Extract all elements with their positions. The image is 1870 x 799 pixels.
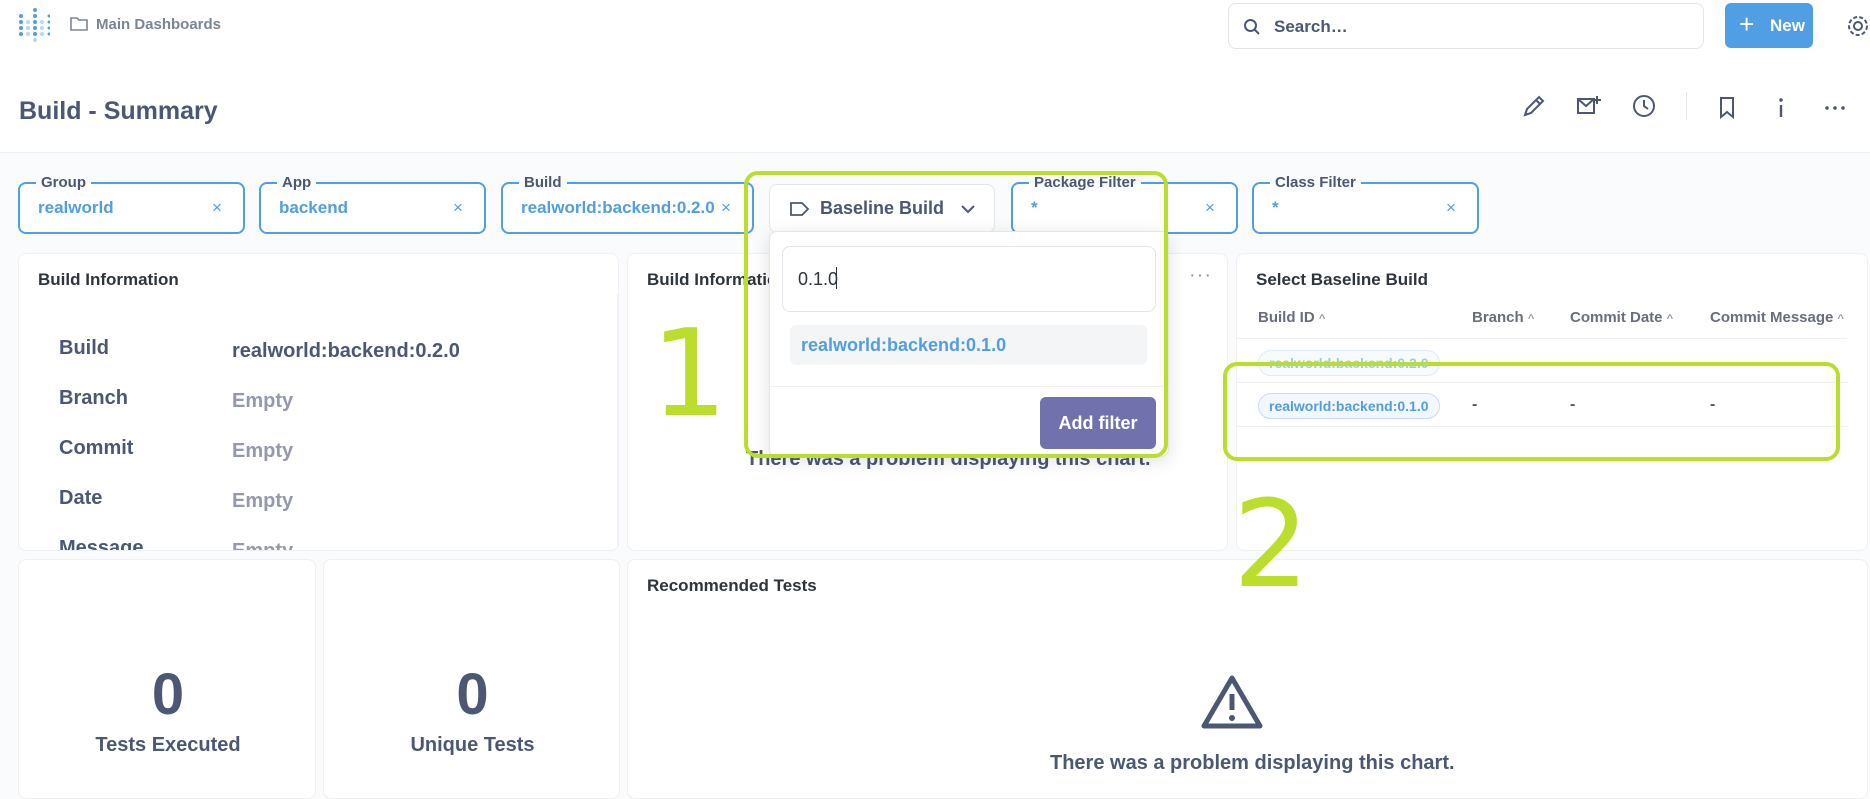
search-input[interactable]: Search… bbox=[1228, 3, 1704, 49]
clock-icon[interactable] bbox=[1631, 93, 1657, 119]
close-icon[interactable]: × bbox=[212, 198, 222, 218]
new-button-label: New bbox=[1770, 16, 1805, 35]
tests-executed-card: 0 Tests Executed bbox=[18, 559, 316, 799]
subscription-icon[interactable] bbox=[1576, 93, 1602, 119]
info-key: Commit bbox=[59, 437, 134, 459]
more-options-icon[interactable] bbox=[1822, 95, 1848, 121]
filter-app-label: App bbox=[277, 174, 317, 191]
column-header-commit-message[interactable]: Commit Message ^ bbox=[1710, 309, 1844, 326]
scrollbar[interactable]: ▲ ▼ bbox=[617, 294, 618, 550]
filter-group-value: realworld bbox=[38, 198, 114, 217]
column-header-branch[interactable]: Branch ^ bbox=[1472, 309, 1534, 326]
filter-app[interactable]: App backend × bbox=[259, 174, 486, 234]
close-icon[interactable]: × bbox=[1205, 198, 1215, 218]
filter-class[interactable]: Class Filter * × bbox=[1252, 174, 1479, 234]
tests-executed-label: Tests Executed bbox=[95, 734, 241, 756]
filter-build-value: realworld:backend:0.2.0 bbox=[521, 198, 715, 217]
info-value: Empty bbox=[232, 540, 294, 551]
search-placeholder: Search… bbox=[1274, 17, 1348, 36]
filter-class-label: Class Filter bbox=[1270, 174, 1361, 191]
unique-tests-value: 0 bbox=[456, 662, 489, 727]
close-icon[interactable]: × bbox=[721, 198, 731, 218]
close-icon[interactable]: × bbox=[453, 198, 463, 218]
column-header-label: Build ID bbox=[1258, 309, 1315, 326]
row-divider bbox=[1237, 338, 1847, 339]
header-divider bbox=[1686, 92, 1687, 120]
search-icon bbox=[1243, 18, 1261, 36]
page-title[interactable]: Build - Summary bbox=[19, 97, 218, 126]
folder-icon bbox=[70, 16, 88, 32]
column-header-label: Branch bbox=[1472, 309, 1524, 326]
card-title: Select Baseline Build bbox=[1256, 270, 1428, 289]
top-navigation-bar: Main Dashboards Search… + New bbox=[0, 0, 1870, 52]
column-header-label: Commit Date bbox=[1570, 309, 1663, 326]
annotation-number-1: 1 bbox=[651, 305, 728, 444]
sort-icon: ^ bbox=[1666, 313, 1674, 325]
info-key: Message bbox=[59, 537, 144, 551]
filter-app-value: backend bbox=[279, 198, 348, 217]
breadcrumb-main-dashboards[interactable]: Main Dashboards bbox=[96, 16, 221, 33]
info-key: Build bbox=[59, 337, 109, 359]
metabase-logo-icon[interactable] bbox=[18, 8, 51, 42]
annotation-number-2: 2 bbox=[1233, 476, 1310, 615]
info-key: Branch bbox=[59, 387, 128, 409]
info-value: Empty bbox=[232, 390, 294, 412]
card-title: Build Information bbox=[38, 270, 179, 289]
column-header-label: Commit Message bbox=[1710, 309, 1834, 326]
filter-class-value: * bbox=[1272, 198, 1279, 217]
pencil-icon[interactable] bbox=[1521, 93, 1547, 119]
filter-group[interactable]: Group realworld × bbox=[18, 174, 245, 234]
build-information-card: Build Information Build realworld:backen… bbox=[18, 253, 619, 551]
info-value: Empty bbox=[232, 440, 294, 462]
info-value: realworld:backend:0.2.0 bbox=[232, 340, 460, 362]
filter-group-label: Group bbox=[36, 174, 91, 191]
info-key: Date bbox=[59, 487, 103, 509]
sort-icon: ^ bbox=[1318, 313, 1326, 325]
sort-icon: ^ bbox=[1837, 313, 1844, 325]
sort-icon: ^ bbox=[1527, 313, 1535, 325]
bookmark-icon[interactable] bbox=[1714, 95, 1740, 121]
card-menu-icon[interactable]: ··· bbox=[1189, 264, 1212, 287]
info-icon[interactable] bbox=[1768, 95, 1794, 121]
info-value: Empty bbox=[232, 490, 294, 512]
card-title: Recommended Tests bbox=[647, 576, 817, 595]
gear-icon[interactable] bbox=[1846, 14, 1870, 38]
chart-error-message: There was a problem displaying this char… bbox=[1050, 752, 1455, 774]
plus-icon: + bbox=[1739, 9, 1755, 39]
column-header-commit-date[interactable]: Commit Date ^ bbox=[1570, 309, 1673, 326]
unique-tests-label: Unique Tests bbox=[410, 734, 535, 756]
close-icon[interactable]: × bbox=[1446, 198, 1456, 218]
unique-tests-card: 0 Unique Tests bbox=[323, 559, 620, 799]
dashboard-header: Build - Summary bbox=[0, 52, 1870, 153]
annotation-highlight-1 bbox=[744, 171, 1168, 458]
tests-executed-value: 0 bbox=[151, 662, 185, 727]
filter-build[interactable]: Build realworld:backend:0.2.0 × bbox=[501, 174, 754, 234]
new-button[interactable]: + New bbox=[1725, 3, 1813, 48]
column-header-build-id[interactable]: Build ID ^ bbox=[1258, 309, 1325, 326]
annotation-highlight-2 bbox=[1223, 362, 1840, 461]
filter-build-label: Build bbox=[519, 174, 567, 191]
warning-icon bbox=[1200, 674, 1264, 730]
